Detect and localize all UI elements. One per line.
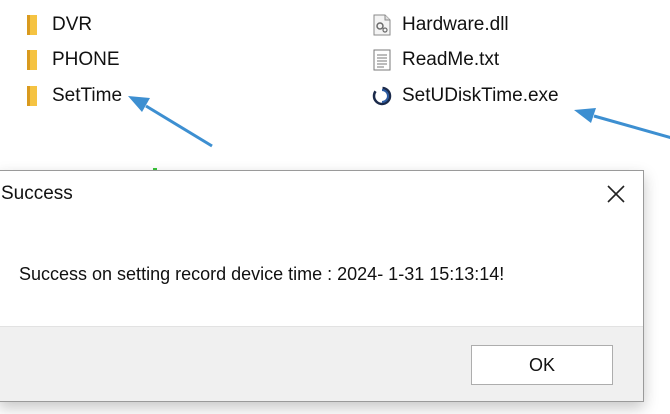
exe-app-icon — [372, 85, 392, 107]
success-dialog: Success Success on setting record device… — [0, 170, 644, 402]
close-button[interactable] — [599, 177, 633, 211]
file-item-label: SetTime — [52, 85, 123, 106]
file-item-label: ReadMe.txt — [402, 49, 500, 70]
close-icon — [607, 185, 625, 203]
dialog-message: Success on setting record device time : … — [19, 264, 505, 284]
file-item-dvr[interactable]: DVR — [22, 11, 92, 39]
text-file-icon — [372, 49, 392, 71]
folder-icon — [22, 85, 42, 107]
file-item-hardware-dll[interactable]: Hardware.dll — [372, 11, 509, 39]
file-item-label: DVR — [52, 14, 93, 35]
file-item-label: PHONE — [52, 49, 120, 70]
file-item-readme-txt[interactable]: ReadMe.txt — [372, 46, 499, 74]
folder-icon — [22, 49, 42, 71]
arrow-to-setudisktime — [574, 108, 670, 139]
file-item-settime[interactable]: SetTime — [22, 82, 122, 110]
arrow-to-settime — [128, 96, 213, 148]
dll-file-icon — [372, 14, 392, 36]
file-item-phone[interactable]: PHONE — [22, 46, 120, 74]
folder-icon — [22, 14, 42, 36]
file-item-label: SetUDiskTime.exe — [402, 85, 559, 106]
file-item-label: Hardware.dll — [402, 14, 509, 35]
ok-button[interactable]: OK — [471, 345, 613, 385]
dialog-title: Success — [1, 183, 73, 204]
file-item-setudisktime-exe[interactable]: SetUDiskTime.exe — [372, 82, 559, 110]
screenshot-stage: DVR PHONE SetTime Hardware.dll ReadMe.tx… — [0, 0, 670, 414]
